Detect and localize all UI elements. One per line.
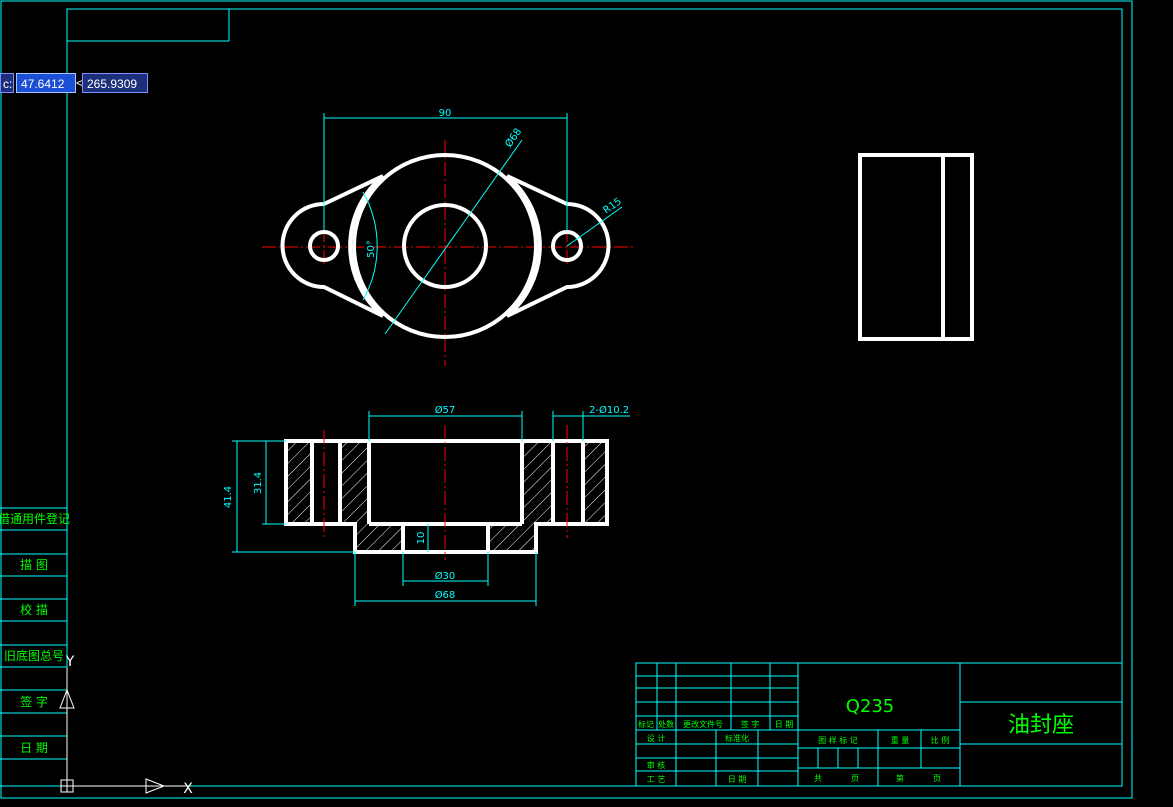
coord-x-input[interactable]: 47.6412 <box>16 73 76 93</box>
cad-drawing-canvas[interactable]: 借通用件登记 描 图 校 描 旧底图总号 签 字 日 期 90 Ø68 R15 … <box>0 0 1173 807</box>
rev-header-date: 日 期 <box>775 720 794 729</box>
section-hatch <box>286 441 607 552</box>
dim-sec-dia68: Ø68 <box>435 589 456 601</box>
dim-top-dia68: Ø68 <box>503 126 525 150</box>
row-review: 审 核 <box>647 760 666 770</box>
rev-header-sign: 签 字 <box>741 719 760 729</box>
section-view[interactable]: Ø57 2-Ø10.2 41.4 31.4 10 Ø30 Ø68 <box>223 404 630 606</box>
dim-sec-dia57: Ø57 <box>435 404 456 416</box>
strip-label-check: 校 描 <box>20 602 48 617</box>
coord-prefix-label: c: <box>0 73 14 93</box>
top-view[interactable]: 90 Ø68 R15 50° <box>262 108 636 366</box>
side-view[interactable] <box>858 153 974 341</box>
dim-top-width: 90 <box>439 108 452 119</box>
row-date: 日 期 <box>728 775 747 784</box>
title-part-name: 油封座 <box>1008 713 1074 738</box>
strip-label-trace: 描 图 <box>20 558 48 572</box>
rev-header-count: 处数 <box>658 719 674 729</box>
row-std: 标准化 <box>725 733 749 743</box>
strip-label-old-no: 旧底图总号 <box>4 648 64 663</box>
rev-header-mark: 标记 <box>638 719 654 729</box>
ucs-x-label: X <box>183 781 193 797</box>
dim-sec-holes: 2-Ø10.2 <box>589 404 629 416</box>
ucs-icon <box>59 668 190 794</box>
page-no: 第 <box>896 773 904 783</box>
page-total: 共 <box>814 774 822 783</box>
page-unit-2: 页 <box>933 774 941 783</box>
dim-top-angle: 50° <box>366 240 377 258</box>
coord-y-input[interactable]: 265.9309 <box>82 73 148 93</box>
dim-sec-h2: 31.4 <box>253 472 264 494</box>
rev-header-doc: 更改文件号 <box>683 719 723 729</box>
dim-sec-step: 10 <box>416 532 427 545</box>
col-scale: 比 例 <box>931 735 950 745</box>
row-process: 工 艺 <box>647 775 666 784</box>
ucs-y-label: Y <box>65 654 75 670</box>
dim-sec-dia30: Ø30 <box>435 570 456 582</box>
col-stage: 图 样 标 记 <box>818 735 858 745</box>
strip-label-reg: 借通用件登记 <box>0 511 70 526</box>
col-weight: 重 量 <box>891 735 910 745</box>
title-material: Q235 <box>846 696 895 717</box>
section-outline <box>284 439 609 554</box>
strip-label-date: 日 期 <box>20 741 48 755</box>
row-design: 设 计 <box>647 733 666 743</box>
strip-label-sign: 签 字 <box>20 694 48 709</box>
page-unit: 页 <box>851 774 859 783</box>
dim-sec-h1: 41.4 <box>223 486 234 508</box>
